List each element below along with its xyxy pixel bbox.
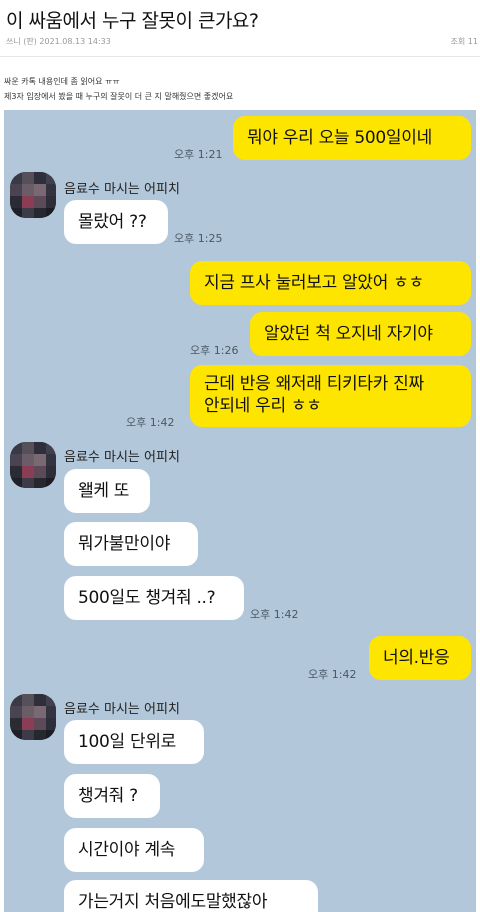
avatar — [10, 172, 56, 218]
sender-name: 음료수 마시는 어피치 — [64, 450, 180, 465]
message-bubble-theirs: 100일 단위로 — [64, 720, 204, 764]
post-title: 이 싸움에서 누구 잘못이 큰가요? — [6, 10, 259, 32]
chat-screenshot: 뭐야 우리 오늘 500일이네 오후 1:21 음료수 마시는 어피치 몰랐어 … — [4, 110, 476, 912]
avatar — [10, 442, 56, 488]
message-bubble-theirs: 시간이야 계속 — [64, 828, 204, 872]
message-bubble-mine: 근데 반응 왜저래 티키타카 진짜 안되네 우리 ㅎㅎ — [190, 365, 471, 427]
divider — [0, 56, 480, 57]
message-bubble-mine: 지금 프사 눌러보고 알았어 ㅎㅎ — [190, 261, 471, 305]
message-bubble-theirs: 500일도 챙겨줘 ..? — [64, 576, 244, 620]
message-bubble-theirs: 가는거지 처음에도말했잖아 — [64, 880, 318, 912]
message-bubble-theirs: 챙겨줘 ? — [64, 774, 160, 818]
message-bubble-mine: 알았던 척 오지네 자기야 — [250, 312, 471, 356]
message-time: 오후 1:25 — [174, 232, 223, 245]
message-time: 오후 1:42 — [250, 608, 299, 621]
message-bubble-theirs: 왤케 또 — [64, 469, 150, 513]
message-time: 오후 1:42 — [126, 416, 175, 429]
message-line: 안되네 우리 ㅎㅎ — [204, 396, 322, 416]
message-bubble-mine: 뭐야 우리 오늘 500일이네 — [233, 116, 471, 160]
message-time: 오후 1:21 — [174, 148, 223, 161]
message-bubble-theirs: 뭐가불만이야 — [64, 522, 198, 566]
sender-name: 음료수 마시는 어피치 — [64, 182, 180, 197]
view-count: 조회 11 — [450, 37, 478, 46]
message-bubble-theirs: 몰랐어 ?? — [64, 200, 168, 244]
post-body-line-1: 싸운 카톡 내용인데 좀 읽어요 ㅠㅠ — [4, 77, 120, 86]
post-meta: 쓰니 (판) 2021.08.13 14:33 — [6, 37, 111, 46]
message-time: 오후 1:26 — [190, 344, 239, 357]
message-time: 오후 1:42 — [308, 668, 357, 681]
avatar — [10, 694, 56, 740]
sender-name: 음료수 마시는 어피치 — [64, 702, 180, 717]
post-body-line-2: 제3자 입장에서 봤을 때 누구의 잘못이 더 큰 지 말해줬으면 좋겠어요 — [4, 92, 234, 101]
message-line: 근데 반응 왜저래 티키타카 진짜 — [204, 374, 424, 394]
message-bubble-mine: 너의.반응 — [369, 636, 471, 680]
